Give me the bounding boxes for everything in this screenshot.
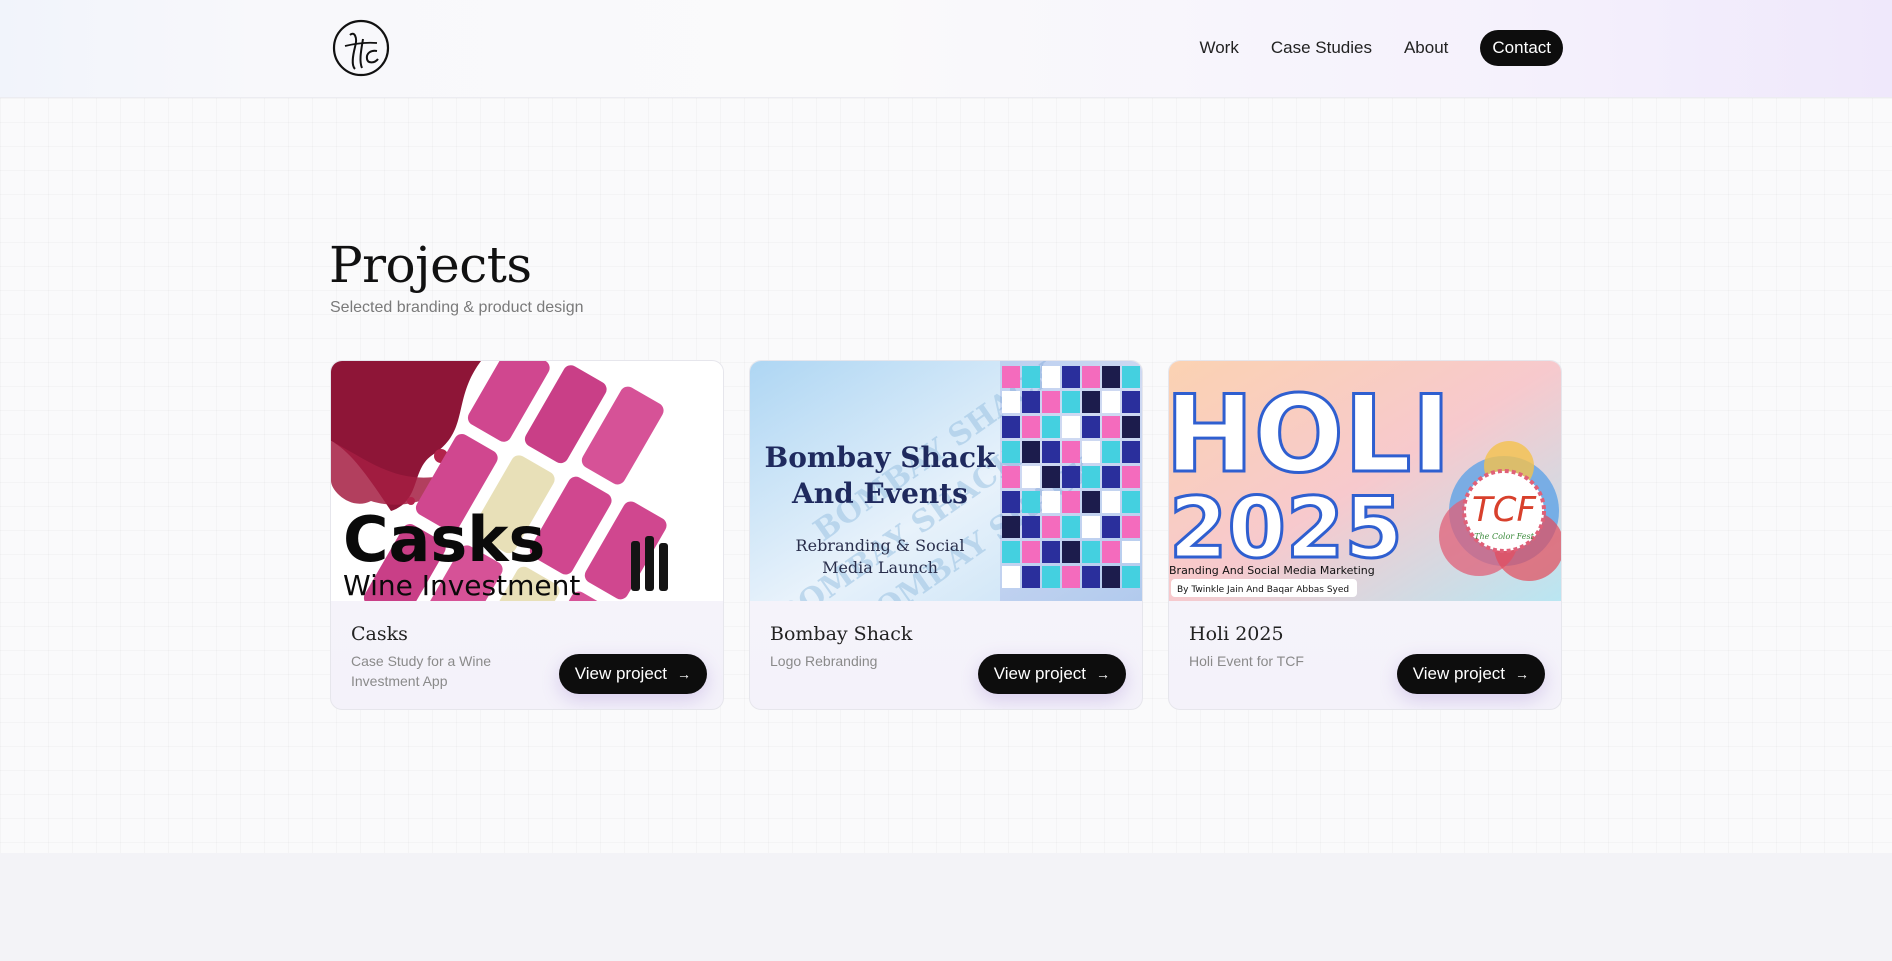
- view-project-label: View project: [1412, 664, 1505, 683]
- arrow-right-icon: →: [1096, 666, 1110, 682]
- project-card-bombay-shack[interactable]: BOMBAY SHACK BOMBAY SHACK BOMBAY SHACK B…: [749, 360, 1143, 710]
- thumb-text-credit: By Twinkle Jain And Baqar Abbas Syed: [1177, 585, 1349, 595]
- thumb-text-bombay-2: And Events: [791, 477, 968, 510]
- arrow-right-icon: →: [1515, 666, 1529, 682]
- thumb-text-bombay-4: Media Launch: [822, 558, 938, 577]
- thumb-text-holi: HOLI: [1169, 373, 1451, 496]
- thumb-text-color-fest: The Color Fest: [1474, 532, 1534, 541]
- main-nav: Work Case Studies About Contact: [1199, 30, 1563, 66]
- thumb-text-caption: Branding And Social Media Marketing: [1169, 564, 1375, 577]
- arrow-right-icon: →: [677, 666, 691, 682]
- thumb-text-casks: Casks: [343, 503, 545, 576]
- nav-link-work[interactable]: Work: [1199, 38, 1238, 58]
- footer-band: [0, 853, 1892, 961]
- card-description: Logo Rebranding: [770, 653, 878, 669]
- project-thumbnail-holi-2025: TCF The Color Fest HOLI 2025 Branding An…: [1169, 361, 1561, 601]
- nav-link-about[interactable]: About: [1404, 38, 1448, 58]
- thumb-text-tcf: TCF: [1472, 490, 1537, 530]
- thumb-text-wine: Wine Investment: [343, 569, 580, 601]
- view-project-label: View project: [993, 664, 1086, 683]
- card-title: Bombay Shack: [770, 623, 913, 645]
- view-project-label: View project: [574, 664, 667, 683]
- logo-icon[interactable]: [331, 17, 391, 79]
- project-card-casks[interactable]: Casks Wine Investment Casks Case Study f…: [330, 360, 724, 710]
- view-project-button[interactable]: View project →: [1396, 654, 1545, 694]
- card-title: Casks: [351, 623, 408, 645]
- thumb-text-bombay-1: Bombay Shack: [765, 441, 996, 474]
- site-header: Work Case Studies About Contact: [0, 0, 1892, 98]
- view-project-button[interactable]: View project →: [977, 654, 1126, 694]
- nav-link-case-studies[interactable]: Case Studies: [1271, 38, 1372, 58]
- card-title: Holi 2025: [1189, 623, 1284, 645]
- page-title: Projects: [329, 236, 532, 294]
- project-card-holi-2025[interactable]: TCF The Color Fest HOLI 2025 Branding An…: [1168, 360, 1562, 710]
- page-subtitle: Selected branding & product design: [330, 299, 584, 316]
- card-description: Holi Event for TCF: [1189, 653, 1304, 669]
- project-thumbnail-casks: Casks Wine Investment: [331, 361, 723, 601]
- project-thumbnail-bombay-shack: BOMBAY SHACK BOMBAY SHACK BOMBAY SHACK B…: [750, 361, 1142, 601]
- contact-button[interactable]: Contact: [1480, 30, 1563, 66]
- thumb-text-2025: 2025: [1169, 479, 1403, 577]
- thumb-text-bombay-3: Rebranding & Social: [796, 536, 965, 555]
- view-project-button[interactable]: View project →: [558, 654, 707, 694]
- card-description: Case Study for a Wine Investment App: [351, 653, 492, 689]
